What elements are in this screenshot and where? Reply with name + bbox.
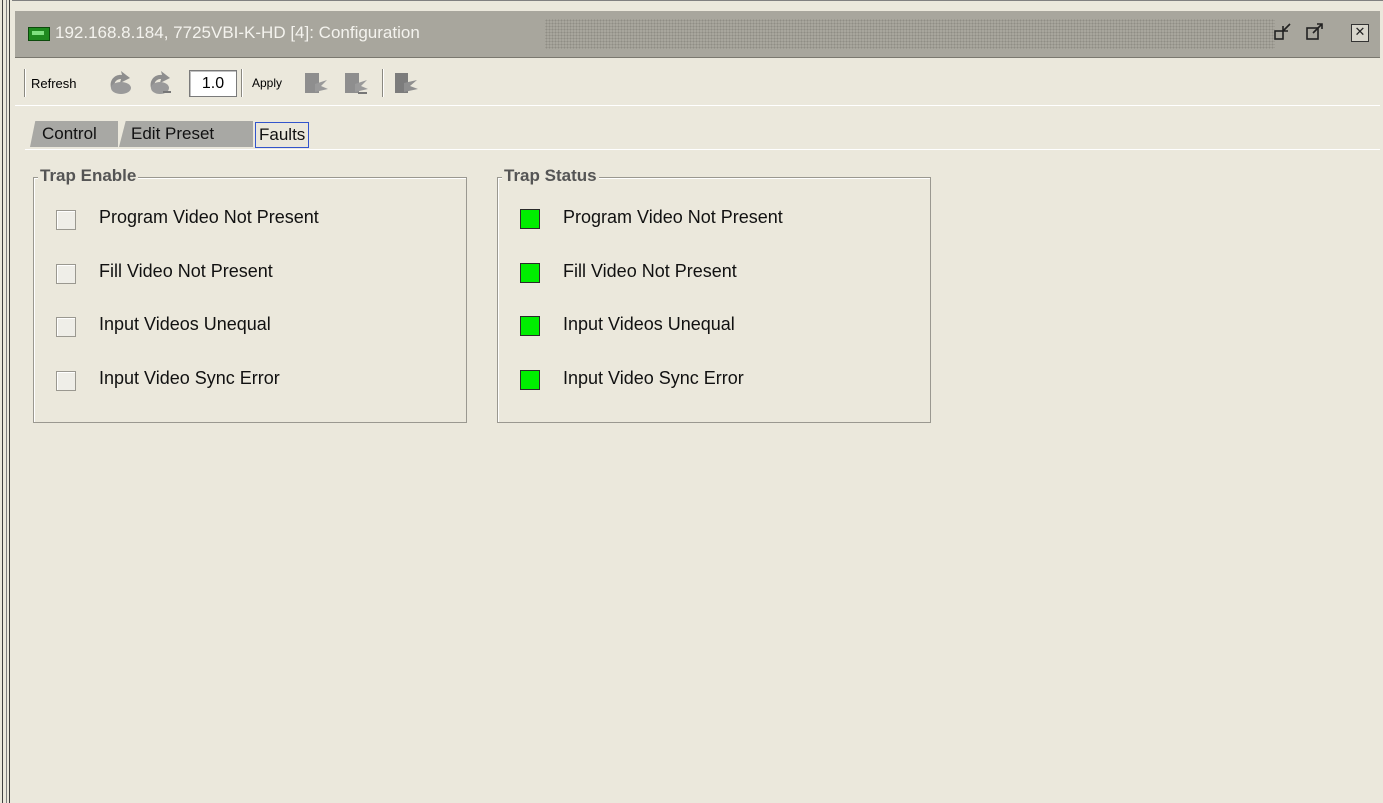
trap-status-label: Fill Video Not Present (563, 261, 737, 281)
trap-enable-group: Trap Enable Program Video Not Present Fi… (33, 166, 467, 423)
trap-enable-label: Input Videos Unequal (99, 314, 271, 334)
tab-edit-preset[interactable]: Edit Preset (119, 121, 253, 147)
tab-faults[interactable]: Faults (255, 122, 310, 148)
trap-enable-row[interactable]: Input Video Sync Error (34, 365, 464, 395)
trap-status-group: Trap Status Program Video Not Present Fi… (497, 166, 931, 423)
close-icon[interactable]: ✕ (1351, 24, 1369, 42)
refresh-all-icon[interactable] (147, 70, 173, 96)
toolbar-separator (24, 69, 26, 97)
window-frame-top (0, 0, 1383, 11)
trap-enable-title: Trap Enable (38, 166, 139, 186)
trap-enable-checkbox[interactable] (56, 210, 76, 230)
device-card-icon (28, 27, 50, 41)
tab-strip: Control Edit Preset Faults (25, 118, 1380, 150)
undock-icon[interactable] (1305, 22, 1325, 42)
status-led-indicator (520, 370, 540, 390)
dock-icon[interactable] (1273, 22, 1293, 42)
tab-edit-preset-label: Edit Preset (131, 124, 215, 143)
tab-control[interactable]: Control (30, 121, 118, 147)
status-led-indicator (520, 316, 540, 336)
status-led-indicator (520, 263, 540, 283)
apply-icon[interactable] (303, 70, 329, 96)
trap-status-row: Input Video Sync Error (498, 365, 928, 395)
trap-status-title: Trap Status (502, 166, 599, 186)
trap-enable-checkbox[interactable] (56, 371, 76, 391)
trap-enable-label: Program Video Not Present (99, 207, 319, 227)
trap-enable-checkbox[interactable] (56, 264, 76, 284)
title-bar-grip (545, 19, 1275, 49)
tab-faults-label: Faults (259, 125, 306, 144)
trap-enable-label: Fill Video Not Present (99, 261, 273, 281)
configuration-window: 192.168.8.184, 7725VBI-K-HD [4]: Configu… (15, 11, 1383, 803)
apply-alt-icon[interactable] (393, 70, 419, 96)
window-frame-left (0, 0, 12, 803)
status-led-indicator (520, 209, 540, 229)
title-bar[interactable]: 192.168.8.184, 7725VBI-K-HD [4]: Configu… (15, 11, 1380, 58)
refresh-button[interactable]: Refresh (31, 76, 77, 91)
tab-baseline (25, 149, 1380, 150)
trap-status-label: Input Video Sync Error (563, 368, 744, 388)
trap-status-row: Program Video Not Present (498, 204, 928, 234)
tab-control-label: Control (42, 124, 97, 143)
toolbar-separator (382, 69, 384, 97)
trap-enable-row[interactable]: Program Video Not Present (34, 204, 464, 234)
toolbar-separator (241, 69, 243, 97)
trap-status-label: Program Video Not Present (563, 207, 783, 227)
window-title: 192.168.8.184, 7725VBI-K-HD [4]: Configu… (55, 23, 420, 42)
trap-status-row: Input Videos Unequal (498, 311, 928, 341)
trap-enable-row[interactable]: Input Videos Unequal (34, 311, 464, 341)
apply-button[interactable]: Apply (252, 76, 282, 90)
trap-status-label: Input Videos Unequal (563, 314, 735, 334)
trap-enable-checkbox[interactable] (56, 317, 76, 337)
trap-status-row: Fill Video Not Present (498, 258, 928, 288)
toolbar: Refresh 1.0 Apply (15, 59, 1380, 106)
apply-all-icon[interactable] (343, 70, 369, 96)
trap-enable-row[interactable]: Fill Video Not Present (34, 258, 464, 288)
version-field[interactable]: 1.0 (189, 70, 237, 97)
trap-enable-label: Input Video Sync Error (99, 368, 280, 388)
refresh-icon[interactable] (107, 70, 133, 96)
